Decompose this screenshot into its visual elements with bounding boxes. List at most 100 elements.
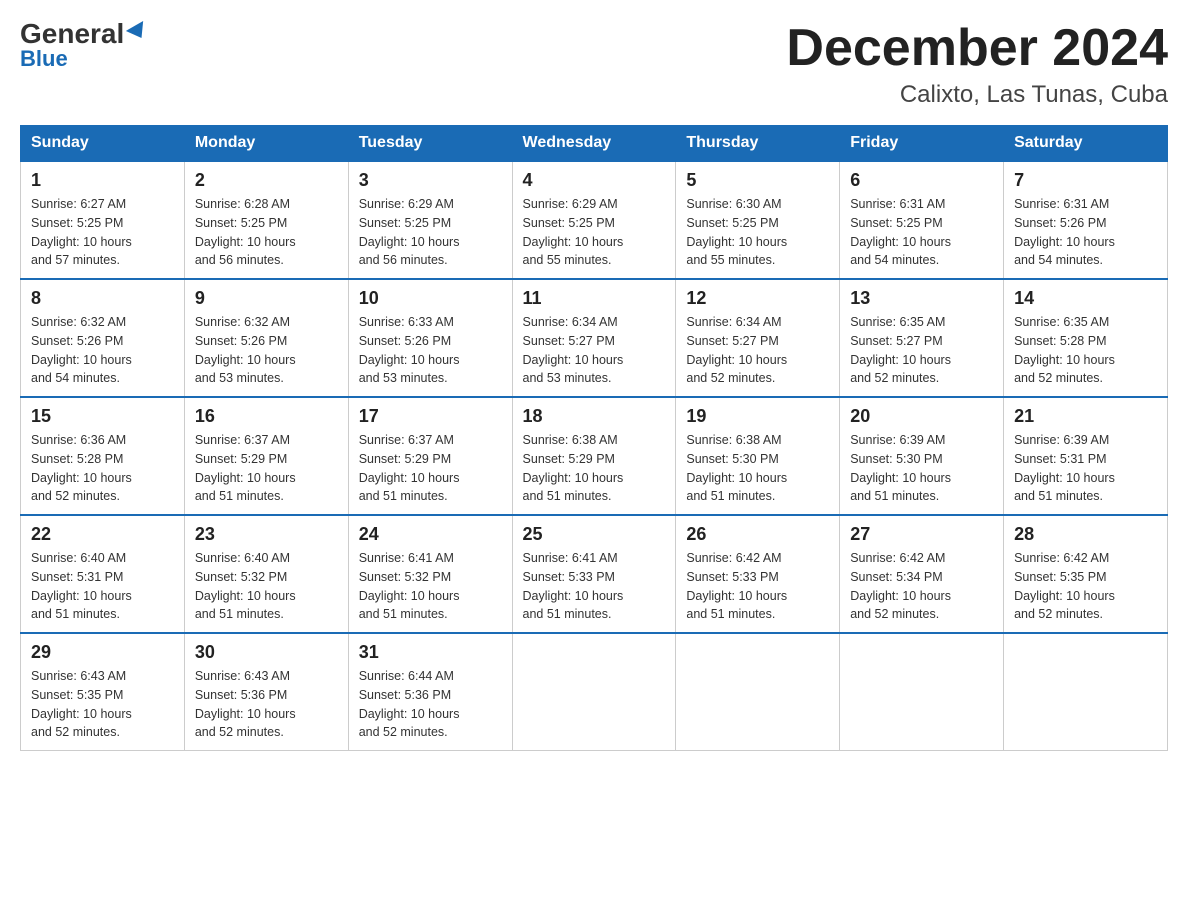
day-info: Sunrise: 6:37 AMSunset: 5:29 PMDaylight:… (195, 433, 296, 503)
logo-general-text: General (20, 20, 148, 48)
day-number: 30 (195, 642, 338, 663)
day-cell-12: 12 Sunrise: 6:34 AMSunset: 5:27 PMDayligh… (676, 279, 840, 397)
day-info: Sunrise: 6:42 AMSunset: 5:33 PMDaylight:… (686, 551, 787, 621)
week-row-4: 22Sunrise: 6:40 AMSunset: 5:31 PMDayligh… (21, 515, 1168, 633)
day-number: 17 (359, 406, 502, 427)
day-number: 23 (195, 524, 338, 545)
day-info: Sunrise: 6:35 AMSunset: 5:27 PMDaylight:… (850, 315, 951, 385)
empty-cell (676, 633, 840, 751)
day-cell-6: 6 Sunrise: 6:31 AMSunset: 5:25 PMDaylight… (840, 161, 1004, 279)
week-row-2: 8 Sunrise: 6:32 AMSunset: 5:26 PMDaylight… (21, 279, 1168, 397)
day-info: Sunrise: 6:41 AMSunset: 5:33 PMDaylight:… (523, 551, 624, 621)
day-number: 29 (31, 642, 174, 663)
logo: General Blue (20, 20, 148, 70)
day-number: 26 (686, 524, 829, 545)
day-info: Sunrise: 6:40 AMSunset: 5:32 PMDaylight:… (195, 551, 296, 621)
day-info: Sunrise: 6:31 AMSunset: 5:25 PMDaylight:… (850, 197, 951, 267)
day-info: Sunrise: 6:43 AMSunset: 5:35 PMDaylight:… (31, 669, 132, 739)
day-number: 8 (31, 288, 174, 309)
day-info: Sunrise: 6:32 AMSunset: 5:26 PMDaylight:… (31, 315, 132, 385)
day-number: 20 (850, 406, 993, 427)
day-info: Sunrise: 6:44 AMSunset: 5:36 PMDaylight:… (359, 669, 460, 739)
day-cell-3: 3Sunrise: 6:29 AMSunset: 5:25 PMDaylight… (348, 161, 512, 279)
logo-blue-text: Blue (20, 48, 68, 70)
day-number: 9 (195, 288, 338, 309)
day-number: 19 (686, 406, 829, 427)
day-cell-13: 13Sunrise: 6:35 AMSunset: 5:27 PMDayligh… (840, 279, 1004, 397)
empty-cell (1004, 633, 1168, 751)
day-cell-17: 17 Sunrise: 6:37 AMSunset: 5:29 PMDayligh… (348, 397, 512, 515)
day-cell-10: 10 Sunrise: 6:33 AMSunset: 5:26 PMDayligh… (348, 279, 512, 397)
day-info: Sunrise: 6:35 AMSunset: 5:28 PMDaylight:… (1014, 315, 1115, 385)
day-number: 11 (523, 288, 666, 309)
day-number: 4 (523, 170, 666, 191)
day-info: Sunrise: 6:38 AMSunset: 5:29 PMDaylight:… (523, 433, 624, 503)
day-number: 21 (1014, 406, 1157, 427)
day-number: 27 (850, 524, 993, 545)
day-number: 2 (195, 170, 338, 191)
day-info: Sunrise: 6:30 AMSunset: 5:25 PMDaylight:… (686, 197, 787, 267)
day-cell-19: 19 Sunrise: 6:38 AMSunset: 5:30 PMDayligh… (676, 397, 840, 515)
week-row-5: 29 Sunrise: 6:43 AMSunset: 5:35 PMDayligh… (21, 633, 1168, 751)
day-cell-29: 29 Sunrise: 6:43 AMSunset: 5:35 PMDayligh… (21, 633, 185, 751)
day-info: Sunrise: 6:36 AMSunset: 5:28 PMDaylight:… (31, 433, 132, 503)
day-cell-2: 2Sunrise: 6:28 AMSunset: 5:25 PMDaylight… (184, 161, 348, 279)
day-info: Sunrise: 6:34 AMSunset: 5:27 PMDaylight:… (686, 315, 787, 385)
day-number: 31 (359, 642, 502, 663)
day-number: 28 (1014, 524, 1157, 545)
day-cell-15: 15 Sunrise: 6:36 AMSunset: 5:28 PMDayligh… (21, 397, 185, 515)
day-info: Sunrise: 6:29 AMSunset: 5:25 PMDaylight:… (523, 197, 624, 267)
day-number: 12 (686, 288, 829, 309)
calendar-table: SundayMondayTuesdayWednesdayThursdayFrid… (20, 125, 1168, 751)
day-cell-24: 24 Sunrise: 6:41 AMSunset: 5:32 PMDayligh… (348, 515, 512, 633)
day-number: 25 (523, 524, 666, 545)
day-info: Sunrise: 6:39 AMSunset: 5:31 PMDaylight:… (1014, 433, 1115, 503)
week-row-3: 15 Sunrise: 6:36 AMSunset: 5:28 PMDayligh… (21, 397, 1168, 515)
column-header-monday: Monday (184, 126, 348, 162)
day-cell-27: 27 Sunrise: 6:42 AMSunset: 5:34 PMDayligh… (840, 515, 1004, 633)
day-cell-9: 9 Sunrise: 6:32 AMSunset: 5:26 PMDaylight… (184, 279, 348, 397)
day-cell-31: 31 Sunrise: 6:44 AMSunset: 5:36 PMDayligh… (348, 633, 512, 751)
day-info: Sunrise: 6:38 AMSunset: 5:30 PMDaylight:… (686, 433, 787, 503)
day-number: 24 (359, 524, 502, 545)
day-cell-21: 21 Sunrise: 6:39 AMSunset: 5:31 PMDayligh… (1004, 397, 1168, 515)
day-info: Sunrise: 6:32 AMSunset: 5:26 PMDaylight:… (195, 315, 296, 385)
day-number: 10 (359, 288, 502, 309)
column-header-sunday: Sunday (21, 126, 185, 162)
day-cell-18: 18 Sunrise: 6:38 AMSunset: 5:29 PMDayligh… (512, 397, 676, 515)
day-number: 22 (31, 524, 174, 545)
day-cell-11: 11 Sunrise: 6:34 AMSunset: 5:27 PMDayligh… (512, 279, 676, 397)
day-info: Sunrise: 6:39 AMSunset: 5:30 PMDaylight:… (850, 433, 951, 503)
week-row-1: 1Sunrise: 6:27 AMSunset: 5:25 PMDaylight… (21, 161, 1168, 279)
day-info: Sunrise: 6:37 AMSunset: 5:29 PMDaylight:… (359, 433, 460, 503)
column-header-friday: Friday (840, 126, 1004, 162)
calendar-header-row: SundayMondayTuesdayWednesdayThursdayFrid… (21, 126, 1168, 162)
day-info: Sunrise: 6:43 AMSunset: 5:36 PMDaylight:… (195, 669, 296, 739)
day-number: 6 (850, 170, 993, 191)
day-number: 15 (31, 406, 174, 427)
day-cell-30: 30 Sunrise: 6:43 AMSunset: 5:36 PMDayligh… (184, 633, 348, 751)
day-info: Sunrise: 6:42 AMSunset: 5:34 PMDaylight:… (850, 551, 951, 621)
empty-cell (840, 633, 1004, 751)
day-info: Sunrise: 6:41 AMSunset: 5:32 PMDaylight:… (359, 551, 460, 621)
day-cell-8: 8 Sunrise: 6:32 AMSunset: 5:26 PMDaylight… (21, 279, 185, 397)
day-cell-20: 20 Sunrise: 6:39 AMSunset: 5:30 PMDayligh… (840, 397, 1004, 515)
day-number: 1 (31, 170, 174, 191)
location-title: Calixto, Las Tunas, Cuba (786, 81, 1168, 109)
month-title: December 2024 (786, 20, 1168, 77)
day-cell-26: 26 Sunrise: 6:42 AMSunset: 5:33 PMDayligh… (676, 515, 840, 633)
day-cell-7: 7Sunrise: 6:31 AMSunset: 5:26 PMDaylight… (1004, 161, 1168, 279)
day-info: Sunrise: 6:33 AMSunset: 5:26 PMDaylight:… (359, 315, 460, 385)
day-cell-25: 25 Sunrise: 6:41 AMSunset: 5:33 PMDayligh… (512, 515, 676, 633)
day-cell-4: 4 Sunrise: 6:29 AMSunset: 5:25 PMDaylight… (512, 161, 676, 279)
day-number: 3 (359, 170, 502, 191)
day-cell-22: 22Sunrise: 6:40 AMSunset: 5:31 PMDayligh… (21, 515, 185, 633)
day-cell-28: 28Sunrise: 6:42 AMSunset: 5:35 PMDayligh… (1004, 515, 1168, 633)
column-header-tuesday: Tuesday (348, 126, 512, 162)
day-cell-23: 23 Sunrise: 6:40 AMSunset: 5:32 PMDayligh… (184, 515, 348, 633)
day-number: 18 (523, 406, 666, 427)
empty-cell (512, 633, 676, 751)
day-info: Sunrise: 6:31 AMSunset: 5:26 PMDaylight:… (1014, 197, 1115, 267)
day-number: 14 (1014, 288, 1157, 309)
day-info: Sunrise: 6:34 AMSunset: 5:27 PMDaylight:… (523, 315, 624, 385)
